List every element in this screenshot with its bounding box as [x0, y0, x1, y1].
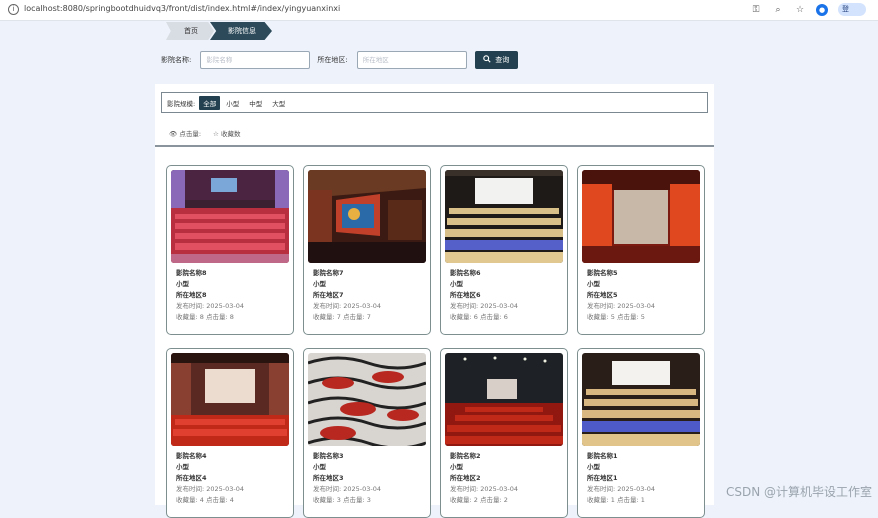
cinema-size: 小型 [450, 280, 463, 288]
breadcrumb-home[interactable]: 首页 [166, 22, 214, 40]
zoom-icon[interactable]: ⌕ [772, 4, 784, 16]
publish-date: 发布时间: 2025-03-04 [313, 485, 382, 493]
cinema-size: 小型 [450, 463, 463, 471]
sort-bar: 👁 点击量: ☆ 收藏数 [169, 128, 240, 138]
publish-date: 发布时间: 2025-03-04 [450, 485, 519, 493]
card-stats: 收藏量: 2 点击量: 2 [450, 496, 508, 504]
cinema-image[interactable] [308, 170, 426, 263]
cinema-size: 小型 [313, 280, 326, 288]
search-button[interactable]: 查询 [474, 51, 518, 69]
bookmark-star-icon[interactable]: ☆ [794, 4, 806, 16]
cinema-name: 影院名称6 [450, 269, 481, 277]
cinema-card[interactable]: 影院名称8 小型 所在地区8 发布时间: 2025-03-04 收藏量: 8 点… [166, 165, 294, 335]
cinema-region: 所在地区4 [176, 474, 207, 482]
cinema-region: 所在地区6 [450, 291, 481, 299]
cinema-image[interactable] [171, 170, 289, 263]
search-icon [483, 55, 491, 65]
cinema-image[interactable] [582, 353, 700, 446]
cinema-region: 所在地区2 [450, 474, 481, 482]
size-filter-label: 影院规模: [167, 99, 196, 108]
account-avatar-icon[interactable]: ● [816, 3, 828, 16]
cinema-size: 小型 [313, 463, 326, 471]
cinema-card[interactable]: 影院名称7 小型 所在地区7 发布时间: 2025-03-04 收藏量: 7 点… [303, 165, 431, 335]
cinema-name: 影院名称5 [587, 269, 618, 277]
divider [155, 145, 714, 147]
cinema-card[interactable]: 影院名称3 小型 所在地区3 发布时间: 2025-03-04 收藏量: 3 点… [303, 348, 431, 518]
cinema-name: 影院名称8 [176, 269, 207, 277]
cinema-card[interactable]: 影院名称4 小型 所在地区4 发布时间: 2025-03-04 收藏量: 4 点… [166, 348, 294, 518]
cinema-card[interactable]: 影院名称6 小型 所在地区6 发布时间: 2025-03-04 收藏量: 6 点… [440, 165, 568, 335]
card-stats: 收藏量: 7 点击量: 7 [313, 313, 371, 321]
cinema-region: 所在地区7 [313, 291, 344, 299]
cinema-name-label: 影院名称: [161, 56, 192, 64]
search-button-label: 查询 [495, 56, 510, 64]
star-icon: ☆ [213, 130, 219, 138]
password-key-icon[interactable]: ⚿ [750, 4, 762, 16]
address-bar[interactable]: localhost:8080/springbootdhuidvq3/front/… [24, 4, 340, 13]
cinema-grid: 影院名称8 小型 所在地区8 发布时间: 2025-03-04 收藏量: 8 点… [166, 165, 706, 518]
publish-date: 发布时间: 2025-03-04 [587, 302, 656, 310]
filter-option-small[interactable]: 小型 [222, 96, 243, 110]
publish-date: 发布时间: 2025-03-04 [450, 302, 519, 310]
filter-option-medium[interactable]: 中型 [245, 96, 266, 110]
cinema-name: 影院名称2 [450, 452, 481, 460]
cinema-card[interactable]: 影院名称5 小型 所在地区5 发布时间: 2025-03-04 收藏量: 5 点… [577, 165, 705, 335]
cinema-name: 影院名称1 [587, 452, 618, 460]
breadcrumb-current: 影院信息 [210, 22, 272, 40]
publish-date: 发布时间: 2025-03-04 [313, 302, 382, 310]
cinema-size: 小型 [176, 280, 189, 288]
cinema-image[interactable] [308, 353, 426, 446]
cinema-image[interactable] [445, 353, 563, 446]
search-bar: 影院名称: 所在地区: 查询 [161, 50, 518, 70]
cinema-image[interactable] [582, 170, 700, 263]
publish-date: 发布时间: 2025-03-04 [176, 302, 245, 310]
cinema-name: 影院名称4 [176, 452, 207, 460]
sort-favorites[interactable]: ☆ 收藏数 [213, 128, 240, 138]
eye-icon: 👁 [169, 130, 178, 138]
sort-favorites-label: 收藏数 [220, 130, 241, 138]
cinema-name: 影院名称7 [313, 269, 344, 277]
filter-option-large[interactable]: 大型 [268, 96, 289, 110]
cinema-size: 小型 [587, 280, 600, 288]
profile-button[interactable]: 登 [838, 3, 866, 16]
cinema-region: 所在地区8 [176, 291, 207, 299]
cinema-region: 所在地区5 [587, 291, 618, 299]
cinema-region: 所在地区1 [587, 474, 618, 482]
card-stats: 收藏量: 4 点击量: 4 [176, 496, 234, 504]
publish-date: 发布时间: 2025-03-04 [176, 485, 245, 493]
cinema-card[interactable]: 影院名称1 小型 所在地区1 发布时间: 2025-03-04 收藏量: 1 点… [577, 348, 705, 518]
cinema-card[interactable]: 影院名称2 小型 所在地区2 发布时间: 2025-03-04 收藏量: 2 点… [440, 348, 568, 518]
card-stats: 收藏量: 8 点击量: 8 [176, 313, 234, 321]
cinema-image[interactable] [171, 353, 289, 446]
sort-clicks[interactable]: 👁 点击量: [169, 128, 201, 138]
region-label: 所在地区: [317, 56, 348, 64]
site-info-icon[interactable]: i [8, 4, 19, 15]
browser-toolbar: i localhost:8080/springbootdhuidvq3/fron… [0, 0, 878, 21]
cinema-image[interactable] [445, 170, 563, 263]
content-panel: 影院规模: 全部 小型 中型 大型 👁 点击量: ☆ 收藏数 影院名称8 小型 … [155, 84, 714, 518]
card-stats: 收藏量: 1 点击量: 1 [587, 496, 645, 504]
sort-clicks-label: 点击量: [179, 130, 202, 138]
cinema-region: 所在地区3 [313, 474, 344, 482]
cinema-size: 小型 [587, 463, 600, 471]
filter-option-all[interactable]: 全部 [199, 95, 221, 110]
cinema-name: 影院名称3 [313, 452, 344, 460]
cinema-name-input[interactable] [200, 51, 311, 69]
card-stats: 收藏量: 5 点击量: 5 [587, 313, 645, 321]
card-stats: 收藏量: 3 点击量: 3 [313, 496, 371, 504]
cinema-size: 小型 [176, 463, 189, 471]
card-stats: 收藏量: 6 点击量: 6 [450, 313, 508, 321]
size-filter: 影院规模: 全部 小型 中型 大型 [161, 92, 708, 113]
region-input[interactable] [356, 51, 467, 69]
watermark: CSDN @计算机毕设工作室 [725, 485, 872, 499]
publish-date: 发布时间: 2025-03-04 [587, 485, 656, 493]
breadcrumb: 首页 影院信息 [166, 22, 272, 40]
